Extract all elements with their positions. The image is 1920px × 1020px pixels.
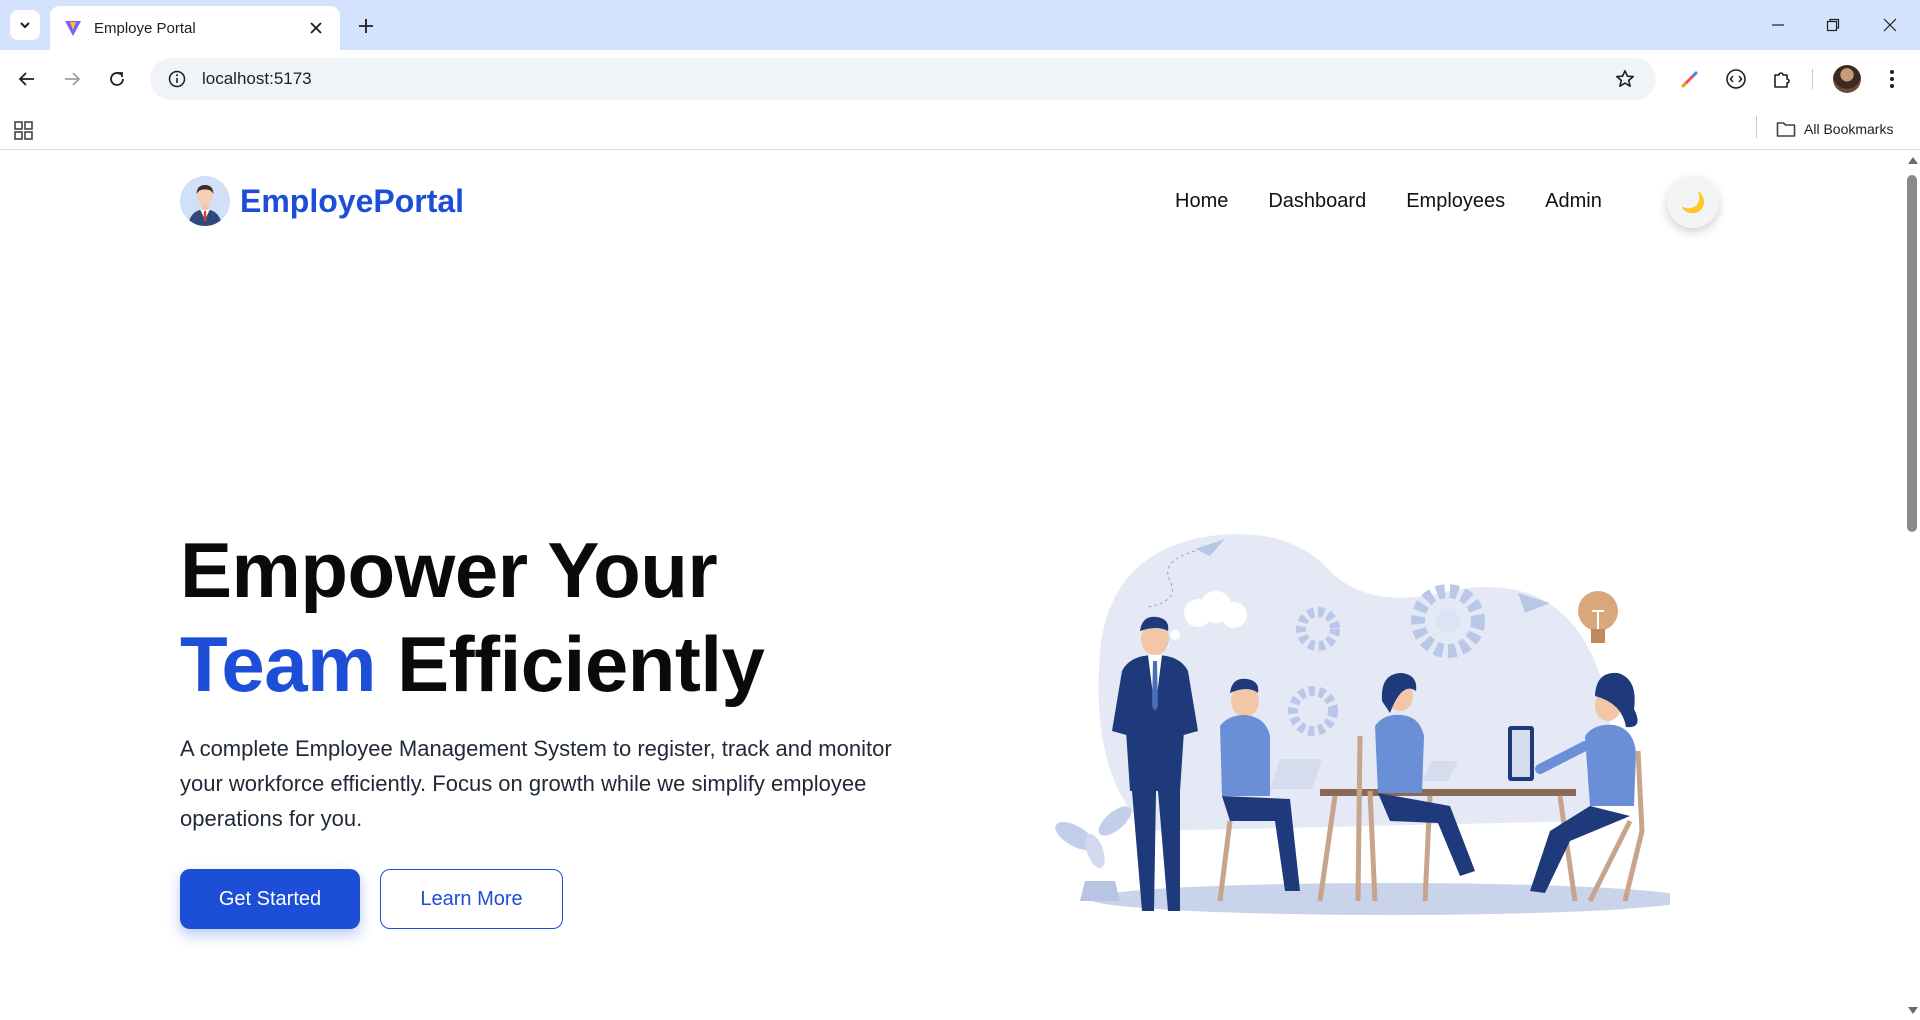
star-icon [1616,70,1634,87]
vite-icon [65,21,81,36]
url-text: localhost:5173 [202,69,312,88]
restore-button[interactable] [1818,10,1848,40]
browser-menu-button[interactable] [1877,64,1907,94]
theme-toggle-button[interactable]: 🌙 [1667,176,1719,228]
site-navbar: EmployePortal Home Dashboard Employees A… [180,173,1720,229]
forward-button[interactable] [56,63,88,95]
browser-tab[interactable]: Employe Portal [50,6,340,50]
new-tab-button[interactable] [352,12,380,40]
nav-link-employees[interactable]: Employees [1406,190,1505,213]
close-icon [1883,18,1897,32]
all-bookmarks-label: All Bookmarks [1804,121,1894,137]
minimize-icon [1772,24,1784,26]
site-info-button[interactable] [164,66,190,92]
code-circle-icon [1726,69,1746,89]
bookmarks-divider [1756,116,1757,138]
profile-avatar[interactable] [1833,65,1861,93]
nav-link-admin[interactable]: Admin [1545,190,1602,213]
arrow-left-icon [18,72,34,86]
puzzle-icon [1774,72,1790,88]
hero-title-line1: Empower Your [180,526,718,614]
learn-more-button[interactable]: Learn More [380,869,563,929]
tab-title: Employe Portal [94,19,196,37]
minimize-button[interactable] [1763,10,1793,40]
restore-icon [1826,18,1840,32]
kebab-menu-icon [1890,70,1894,88]
brand-avatar-icon [180,176,230,226]
info-icon [168,70,186,88]
moon-icon: 🌙 [1680,191,1706,214]
get-started-button[interactable]: Get Started [180,869,360,929]
scroll-up-arrow-icon[interactable] [1908,157,1918,164]
page-scrollbar[interactable] [1904,151,1920,1020]
page-viewport: EmployePortal Home Dashboard Employees A… [0,151,1904,1020]
nav-link-dashboard[interactable]: Dashboard [1268,190,1366,213]
hero-title-line2: Team Efficiently [180,617,765,711]
scroll-thumb[interactable] [1907,175,1917,532]
nav-links: Home Dashboard Employees Admin [1175,173,1642,229]
reload-icon [110,72,124,86]
close-window-button[interactable] [1875,10,1905,40]
browser-toolbar: localhost:5173 [0,50,1920,108]
folder-icon [1776,122,1796,137]
address-bar[interactable]: localhost:5173 [150,58,1656,100]
apps-grid-icon[interactable] [12,118,36,142]
pen-icon [1681,71,1698,88]
scroll-down-arrow-icon[interactable] [1908,1007,1918,1014]
extensions-button[interactable] [1767,64,1797,94]
lightbulb-icon [1578,591,1618,643]
nav-link-home[interactable]: Home [1175,190,1228,213]
brand[interactable]: EmployePortal [180,173,464,229]
bookmark-star-button[interactable] [1612,66,1638,92]
team-illustration [1055,534,1670,915]
browser-tab-bar: Employe Portal [0,0,1920,50]
arrow-right-icon [65,72,81,86]
hero-title: Empower Your Team Efficiently [180,523,765,711]
hero-description: A complete Employee Management System to… [180,736,892,831]
hero-title-rest: Efficiently [397,620,765,708]
hero-title-accent: Team [180,620,376,708]
extension-pen-button[interactable] [1675,64,1705,94]
back-button[interactable] [11,63,43,95]
plus-icon [359,19,373,33]
extension-code-button[interactable] [1721,64,1751,94]
close-icon [310,22,322,34]
tab-search-button[interactable] [10,10,40,40]
bookmarks-bar: All Bookmarks [0,108,1920,150]
all-bookmarks-button[interactable]: All Bookmarks [1776,116,1893,142]
chevron-down-icon [20,22,30,29]
reload-button[interactable] [101,63,133,95]
close-tab-button[interactable] [306,18,326,38]
plant-icon [1055,806,1132,901]
toolbar-divider [1812,69,1813,89]
brand-name: EmployePortal [240,182,465,219]
